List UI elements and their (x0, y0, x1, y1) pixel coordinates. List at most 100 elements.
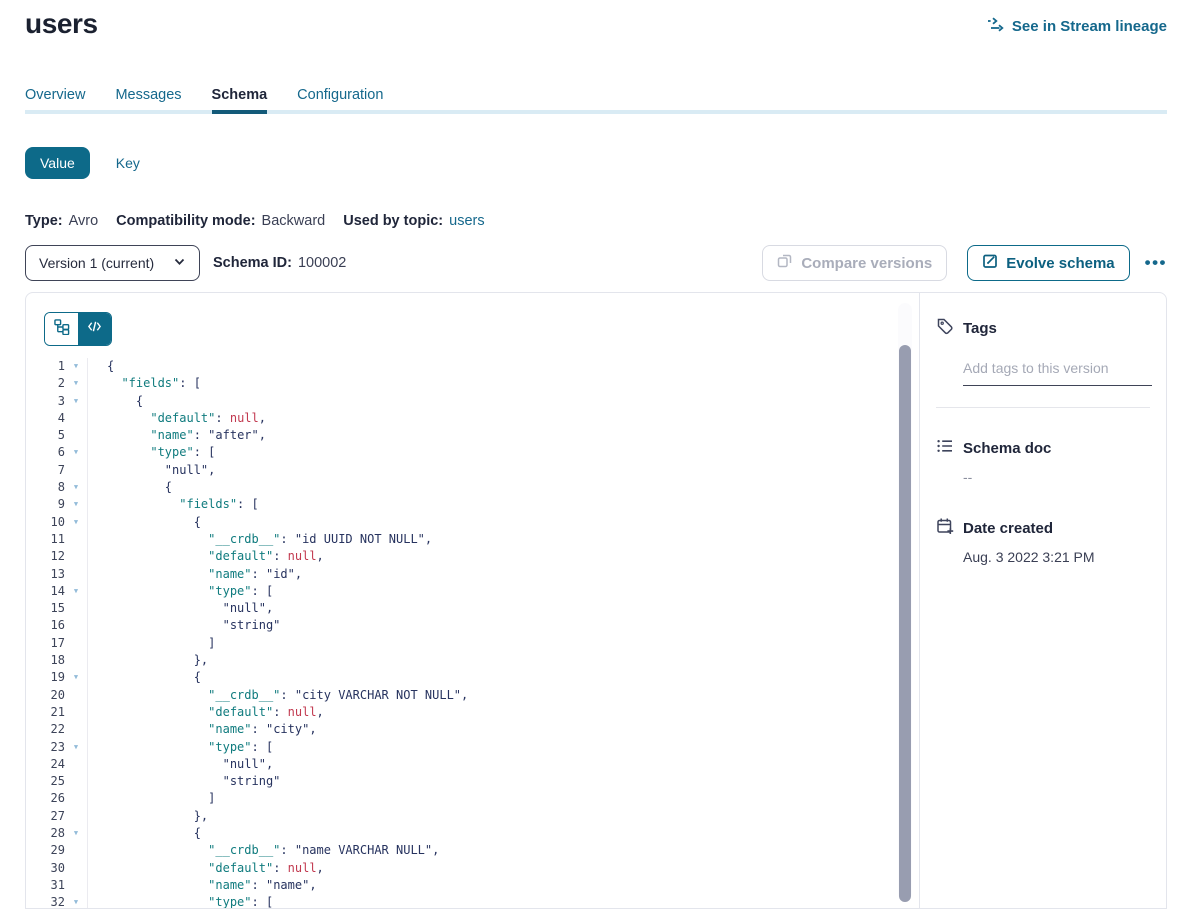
code-text: "__crdb__": "name VARCHAR NULL", (88, 842, 439, 859)
line-number: 30 (26, 860, 65, 877)
code-line: 29 "__crdb__": "name VARCHAR NULL", (26, 842, 919, 859)
code-line: 14▼ "type": [ (26, 583, 919, 600)
code-text: "__crdb__": "id UUID NOT NULL", (88, 531, 432, 548)
fold-spacer (65, 721, 87, 738)
doc-list-icon (936, 437, 954, 459)
version-select[interactable]: Version 1 (current) (25, 245, 200, 281)
fold-spacer (65, 462, 87, 479)
version-controls: Version 1 (current) Schema ID: 100002 Co… (25, 245, 1167, 281)
code-line: 24 "null", (26, 756, 919, 773)
page-title: users (25, 8, 98, 40)
fold-spacer (65, 600, 87, 617)
fold-spacer (65, 704, 87, 721)
tab-messages[interactable]: Messages (115, 85, 181, 105)
fold-spacer (65, 427, 87, 444)
tags-heading: Tags (963, 320, 997, 337)
code-text: { (88, 825, 201, 842)
code-line: 5 "name": "after", (26, 427, 919, 444)
line-number: 23 (26, 739, 65, 756)
editor-scrollbar-thumb[interactable] (899, 345, 911, 902)
fold-toggle-icon[interactable]: ▼ (65, 393, 87, 410)
fold-spacer (65, 531, 87, 548)
code-line: 21 "default": null, (26, 704, 919, 721)
compare-versions-label: Compare versions (801, 255, 932, 272)
tab-schema[interactable]: Schema (212, 85, 268, 105)
value-toggle-button[interactable]: Value (25, 147, 90, 179)
fold-toggle-icon[interactable]: ▼ (65, 669, 87, 686)
used-by-topic-link[interactable]: users (449, 213, 484, 229)
see-in-stream-lineage-link[interactable]: See in Stream lineage (987, 17, 1167, 36)
code-text: "string" (88, 617, 280, 634)
line-number: 5 (26, 427, 65, 444)
schema-metadata: Type: Avro Compatibility mode: Backward … (25, 213, 1167, 229)
line-number: 6 (26, 444, 65, 461)
code-line: 3▼ { (26, 393, 919, 410)
schema-id-label: Schema ID: (213, 255, 292, 271)
line-number: 14 (26, 583, 65, 600)
schema-code-editor[interactable]: 1▼{2▼ "fields": [3▼ {4 "default": null,5… (26, 358, 919, 908)
line-number: 20 (26, 687, 65, 704)
fold-spacer (65, 860, 87, 877)
code-text: { (88, 669, 201, 686)
line-number: 19 (26, 669, 65, 686)
fold-toggle-icon[interactable]: ▼ (65, 496, 87, 513)
fold-toggle-icon[interactable]: ▼ (65, 444, 87, 461)
code-text: }, (88, 808, 208, 825)
version-select-value: Version 1 (current) (39, 255, 154, 271)
tree-view-button[interactable] (45, 313, 78, 345)
code-text: "fields": [ (88, 375, 201, 392)
code-line: 26 ] (26, 790, 919, 807)
key-toggle-button[interactable]: Key (116, 155, 140, 171)
tab-configuration[interactable]: Configuration (297, 85, 383, 105)
evolve-schema-button[interactable]: Evolve schema (967, 245, 1129, 281)
line-number: 3 (26, 393, 65, 410)
tab-underline-track (25, 110, 1167, 114)
line-number: 8 (26, 479, 65, 496)
line-number: 25 (26, 773, 65, 790)
fold-spacer (65, 548, 87, 565)
code-line: 13 "name": "id", (26, 566, 919, 583)
code-line: 1▼{ (26, 358, 919, 375)
line-number: 13 (26, 566, 65, 583)
fold-toggle-icon[interactable]: ▼ (65, 825, 87, 842)
fold-toggle-icon[interactable]: ▼ (65, 739, 87, 756)
compare-versions-button[interactable]: Compare versions (762, 245, 947, 281)
schema-doc-value: -- (963, 469, 1150, 485)
schema-doc-section: Schema doc -- (936, 437, 1150, 485)
fold-spacer (65, 842, 87, 859)
code-line: 12 "default": null, (26, 548, 919, 565)
line-number: 32 (26, 894, 65, 908)
code-view-icon (87, 319, 102, 339)
type-value: Avro (69, 213, 99, 229)
line-number: 17 (26, 635, 65, 652)
schema-doc-heading: Schema doc (963, 440, 1051, 457)
code-text: }, (88, 652, 208, 669)
fold-spacer (65, 617, 87, 634)
tree-view-icon (54, 319, 70, 340)
code-line: 18 }, (26, 652, 919, 669)
code-view-button[interactable] (78, 313, 111, 345)
code-text: "null", (88, 756, 273, 773)
fold-toggle-icon[interactable]: ▼ (65, 583, 87, 600)
fold-spacer (65, 687, 87, 704)
fold-toggle-icon[interactable]: ▼ (65, 375, 87, 392)
type-label: Type: (25, 213, 63, 229)
line-number: 16 (26, 617, 65, 634)
fold-toggle-icon[interactable]: ▼ (65, 358, 87, 375)
code-text: "__crdb__": "city VARCHAR NOT NULL", (88, 687, 468, 704)
edit-schema-icon (982, 253, 998, 273)
fold-toggle-icon[interactable]: ▼ (65, 894, 87, 908)
fold-toggle-icon[interactable]: ▼ (65, 514, 87, 531)
code-text: "type": [ (88, 444, 215, 461)
add-tags-input[interactable] (963, 360, 1152, 386)
tab-overview[interactable]: Overview (25, 85, 85, 105)
compatibility-mode-value: Backward (262, 213, 326, 229)
line-number: 2 (26, 375, 65, 392)
more-actions-button[interactable]: ••• (1145, 253, 1167, 273)
fold-toggle-icon[interactable]: ▼ (65, 479, 87, 496)
line-number: 10 (26, 514, 65, 531)
line-number: 7 (26, 462, 65, 479)
stream-lineage-icon (987, 17, 1005, 36)
fold-spacer (65, 652, 87, 669)
fold-spacer (65, 635, 87, 652)
